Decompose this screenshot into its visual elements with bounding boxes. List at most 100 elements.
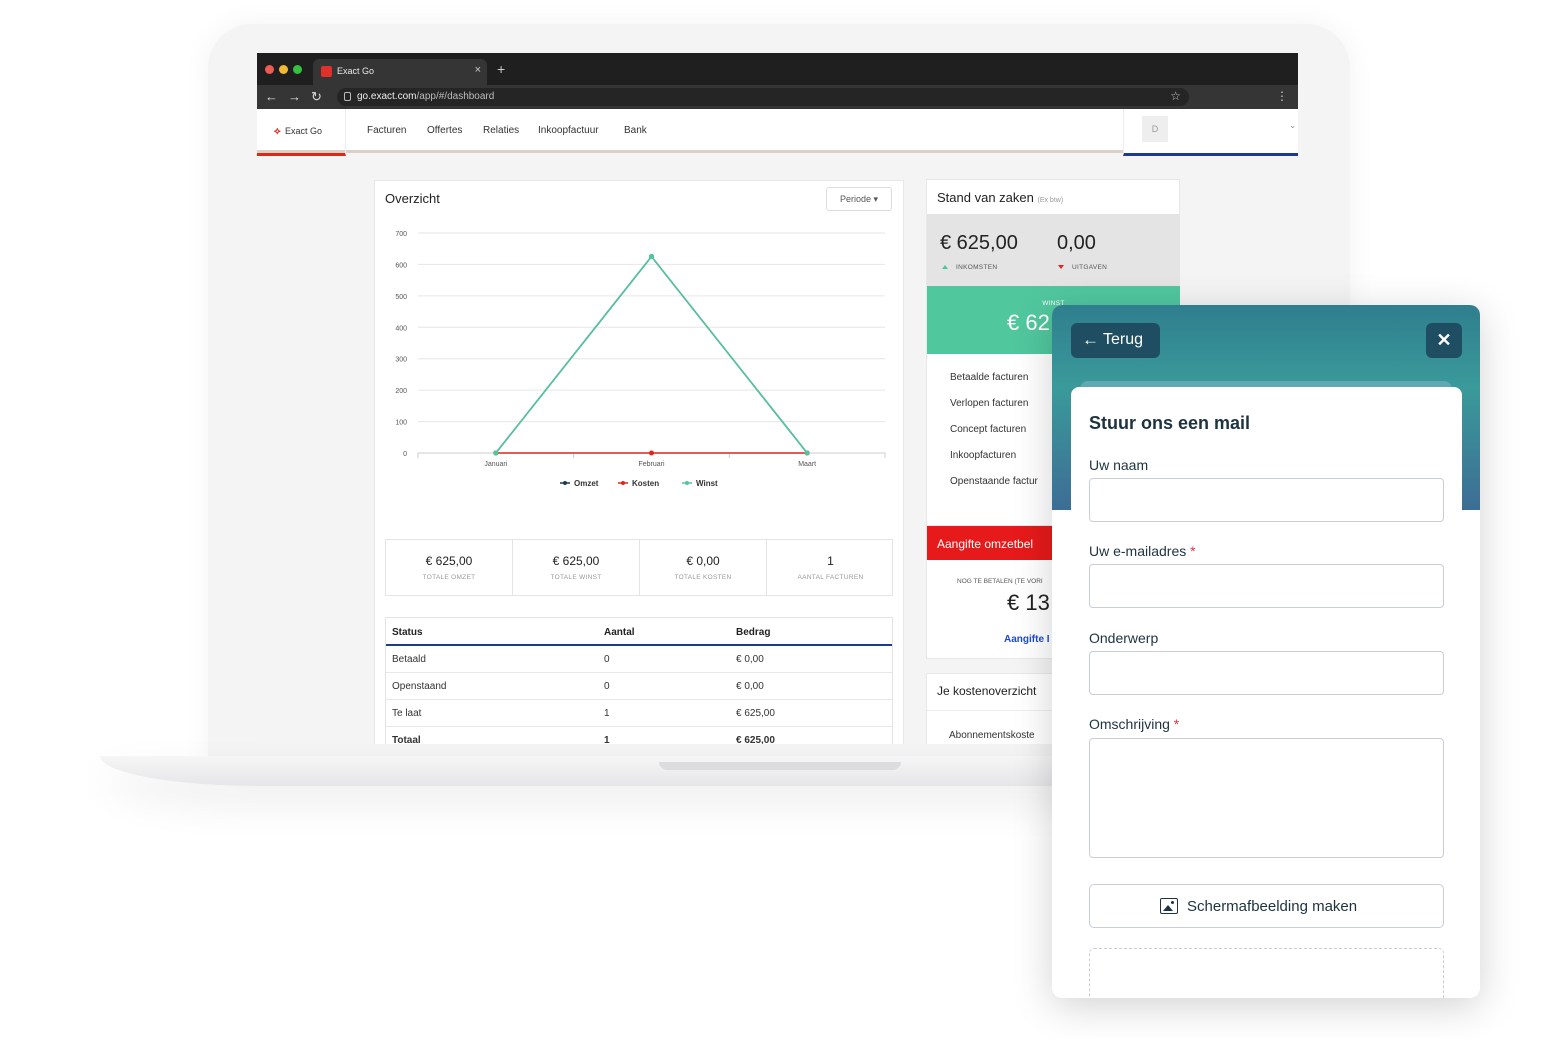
legend-label-omzet: Omzet [574, 479, 599, 488]
legend-marker-kosten [621, 481, 625, 485]
mail-widget: ← Terug ✕ Stuur ons een mail Uw naam Uw … [1052, 305, 1480, 998]
screenshot-button[interactable]: Schermafbeelding maken [1089, 884, 1444, 928]
y-tick-label: 200 [395, 388, 407, 395]
link-openstaande-facturen[interactable]: Openstaande factur [950, 476, 1038, 487]
window-close-dot[interactable] [265, 65, 274, 74]
address-bar[interactable]: go.exact.com/app/#/dashboard ☆ [337, 88, 1189, 106]
y-tick-label: 0 [403, 451, 407, 458]
stats-row: € 625,00 TOTALE OMZET € 625,00 TOTALE WI… [385, 539, 893, 596]
description-label: Omschrijving * [1089, 716, 1180, 732]
cell-bedrag: € 0,00 [736, 654, 764, 665]
stat-label: TOTALE OMZET [422, 574, 476, 581]
column-header-bedrag[interactable]: Bedrag [736, 627, 770, 638]
back-button-label: Terug [1103, 331, 1144, 348]
inkomsten-label: INKOMSTEN [956, 264, 998, 271]
name-field[interactable] [1089, 478, 1444, 522]
attachment-dropzone[interactable] [1089, 948, 1444, 998]
back-button[interactable]: ← Terug [1071, 323, 1160, 358]
stat-value: € 625,00 [552, 554, 600, 568]
arrow-left-icon: ← [1082, 330, 1099, 349]
table-row[interactable]: Betaald 0 € 0,00 [386, 646, 892, 673]
nav-inkoopfactuur[interactable]: Inkoopfactuur [538, 125, 599, 136]
browser-tabbar: Exact Go × + [257, 53, 1298, 85]
app-header: ⟡ Exact Go Facturen Offertes Relaties In… [257, 109, 1298, 156]
stat-label: AANTAL FACTUREN [797, 574, 864, 581]
tab-title: Exact Go [337, 66, 375, 76]
y-tick-label: 300 [395, 357, 407, 364]
nav-facturen[interactable]: Facturen [367, 125, 406, 136]
description-field[interactable] [1089, 738, 1444, 858]
stat-label: TOTALE KOSTEN [674, 574, 732, 581]
nav-bank[interactable]: Bank [624, 125, 647, 136]
y-tick-label: 400 [395, 325, 407, 332]
back-icon[interactable]: ← [265, 89, 278, 105]
cell-aantal: 0 [604, 681, 610, 692]
column-header-status[interactable]: Status [392, 627, 423, 638]
reload-icon[interactable]: ↻ [311, 89, 322, 105]
table-row-total: Totaal 1 € 625,00 [386, 727, 892, 744]
data-point-winst [493, 450, 499, 456]
aangifte-link[interactable]: Aangifte I [1004, 634, 1050, 645]
stat-aantal-facturen: 1 AANTAL FACTUREN [767, 540, 894, 595]
y-tick-label: 100 [395, 420, 407, 427]
x-tick-label: Januari [484, 461, 507, 468]
column-header-aantal[interactable]: Aantal [604, 627, 635, 638]
browser-tab[interactable]: Exact Go × [313, 59, 487, 85]
link-inkoopfacturen[interactable]: Inkoopfacturen [950, 450, 1016, 461]
series-line-winst [495, 255, 808, 454]
stat-totale-kosten: € 0,00 TOTALE KOSTEN [640, 540, 767, 595]
aangifte-value: € 13 [1007, 590, 1050, 615]
close-button[interactable]: ✕ [1426, 323, 1462, 358]
data-point-kosten [649, 450, 654, 456]
nav-offertes[interactable]: Offertes [427, 125, 462, 136]
stand-amounts: € 625,00 INKOMSTEN 0,00 UITGAVEN [927, 214, 1180, 286]
down-triangle-icon [1058, 265, 1064, 269]
bookmark-star-icon[interactable]: ☆ [1170, 89, 1181, 103]
browser-menu-icon[interactable]: ⋮ [1276, 89, 1288, 103]
cell-aantal: 0 [604, 654, 610, 665]
link-verlopen-facturen[interactable]: Verlopen facturen [950, 398, 1028, 409]
logo-text: Exact Go [285, 126, 323, 136]
cell-aantal: 1 [604, 708, 610, 719]
status-table: Status Aantal Bedrag Betaald 0 € 0,00 Op… [385, 617, 893, 744]
forward-icon[interactable]: → [288, 89, 301, 105]
kosten-title: Je kostenoverzicht [937, 684, 1037, 698]
stat-value: € 625,00 [425, 554, 473, 568]
email-field[interactable] [1089, 564, 1444, 608]
image-icon [1160, 898, 1178, 914]
subject-field[interactable] [1089, 651, 1444, 695]
data-point-winst [649, 254, 654, 260]
table-header: Status Aantal Bedrag [386, 618, 892, 646]
stat-totale-winst: € 625,00 TOTALE WINST [513, 540, 640, 595]
up-triangle-icon [942, 265, 948, 269]
link-betaalde-facturen[interactable]: Betaalde facturen [950, 372, 1028, 383]
cell-aantal: 1 [604, 735, 610, 744]
table-row[interactable]: Te laat 1 € 625,00 [386, 700, 892, 727]
cell-status: Totaal [392, 735, 421, 744]
exact-logo-icon: ⟡ [274, 126, 281, 137]
uitgaven-value: 0,00 [1057, 232, 1096, 254]
cell-status: Te laat [392, 708, 422, 719]
user-menu[interactable]: D ⌄ [1123, 109, 1298, 156]
y-tick-label: 700 [395, 231, 407, 238]
table-row[interactable]: Openstaand 0 € 0,00 [386, 673, 892, 700]
nav-relaties[interactable]: Relaties [483, 125, 519, 136]
exact-logo[interactable]: ⟡ Exact Go [257, 109, 346, 156]
aangifte-subtitle: NOG TE BETALEN (TE VORI [957, 578, 1043, 585]
screenshot-button-label: Schermafbeelding maken [1187, 898, 1358, 915]
x-tick-label: Maart [798, 461, 816, 468]
name-label: Uw naam [1089, 457, 1149, 473]
cell-bedrag: € 625,00 [736, 708, 775, 719]
tab-close-icon[interactable]: × [475, 64, 481, 76]
stat-label: TOTALE WINST [550, 574, 602, 581]
cell-status: Betaald [392, 654, 426, 665]
link-concept-facturen[interactable]: Concept facturen [950, 424, 1026, 435]
email-label: Uw e-mailadres * [1089, 543, 1196, 559]
new-tab-icon[interactable]: + [497, 62, 505, 76]
kosten-item: Abonnementskoste [949, 730, 1035, 741]
form-title: Stuur ons een mail [1089, 413, 1251, 433]
subject-label: Onderwerp [1089, 630, 1159, 646]
window-minimize-dot[interactable] [279, 65, 288, 74]
window-maximize-dot[interactable] [293, 65, 302, 74]
stat-value: 1 [827, 554, 834, 568]
